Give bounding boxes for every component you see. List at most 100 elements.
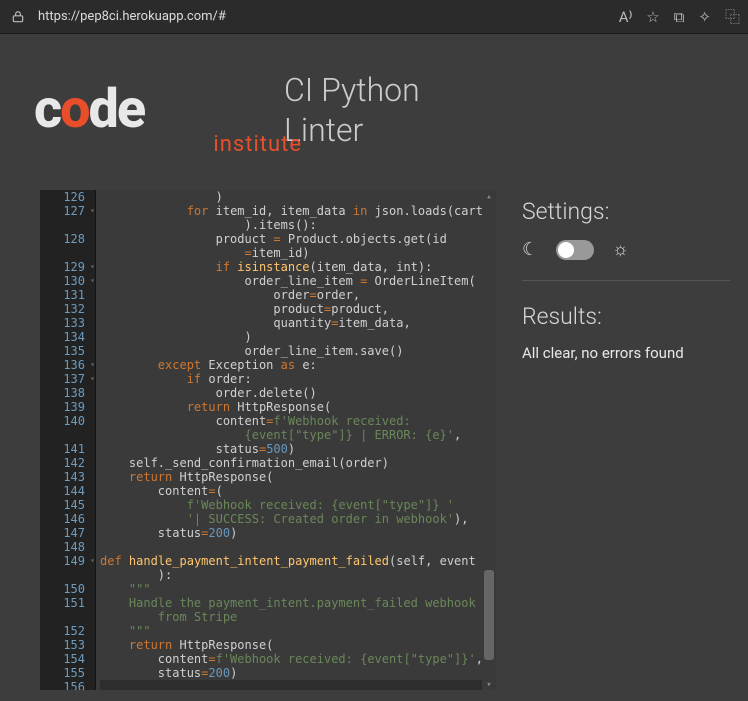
main-content: 126127▾128129▾130▾131132133134135136▾137… xyxy=(0,190,748,690)
code-line[interactable]: order_line_item.save() xyxy=(100,344,482,358)
scroll-down-icon[interactable]: ▾ xyxy=(482,678,496,690)
toggle-knob xyxy=(558,242,574,258)
line-number: 132 xyxy=(40,302,95,316)
code-line[interactable]: status=500) xyxy=(100,442,482,456)
line-number: 127▾ xyxy=(40,204,95,218)
line-number: 151 xyxy=(40,596,95,610)
favorite-icon[interactable]: ☆ xyxy=(646,8,659,26)
results-heading: Results: xyxy=(522,303,730,330)
results-text: All clear, no errors found xyxy=(522,344,730,362)
code-line[interactable]: order=order, xyxy=(100,288,482,302)
code-line[interactable]: f'Webhook received: {event["type"]} ' xyxy=(100,498,482,512)
code-line[interactable]: if isinstance(item_data, int): xyxy=(100,260,482,274)
code-line[interactable]: quantity=item_data, xyxy=(100,316,482,330)
line-number: 134 xyxy=(40,330,95,344)
fold-arrow-icon[interactable]: ▾ xyxy=(90,274,95,288)
code-line[interactable]: Handle the payment_intent.payment_failed… xyxy=(100,596,482,610)
code-editor[interactable]: 126127▾128129▾130▾131132133134135136▾137… xyxy=(40,190,496,690)
page-title: CI Python Linter xyxy=(284,70,420,150)
code-line[interactable]: '| SUCCESS: Created order in webhook'), xyxy=(100,512,482,526)
code-line[interactable] xyxy=(100,680,482,690)
code-line[interactable]: content=f'Webhook received: {event["type… xyxy=(100,652,482,666)
line-number: 129▾ xyxy=(40,260,95,274)
site-info-icon[interactable] xyxy=(8,7,28,27)
fold-arrow-icon[interactable]: ▾ xyxy=(90,204,95,218)
line-number xyxy=(40,246,95,260)
code-line[interactable]: ).items(): xyxy=(100,218,482,232)
fold-arrow-icon[interactable]: ▾ xyxy=(90,358,95,372)
fold-arrow-icon[interactable]: ▾ xyxy=(90,554,95,568)
line-number: 154 xyxy=(40,652,95,666)
scroll-up-icon[interactable]: ▴ xyxy=(482,190,496,202)
line-number: 142 xyxy=(40,456,95,470)
code-line[interactable] xyxy=(100,540,482,554)
line-number xyxy=(40,610,95,624)
fold-arrow-icon[interactable]: ▾ xyxy=(90,372,95,386)
browser-actions: A⁾ ☆ ⧉ ✧ ⿻ xyxy=(619,6,740,27)
split-icon[interactable]: ⧉ xyxy=(674,8,685,26)
code-line[interactable]: except Exception as e: xyxy=(100,358,482,372)
code-body[interactable]: ) for item_id, item_data in json.loads(c… xyxy=(96,190,482,690)
code-line[interactable]: status=200) xyxy=(100,666,482,680)
code-line[interactable]: if order: xyxy=(100,372,482,386)
code-line[interactable]: order_line_item = OrderLineItem( xyxy=(100,274,482,288)
title-line-2: Linter xyxy=(284,110,420,150)
line-number: 156 xyxy=(40,680,95,690)
logo-subtext: institute xyxy=(213,132,302,157)
line-number: 136▾ xyxy=(40,358,95,372)
line-number xyxy=(40,218,95,232)
code-line[interactable]: =item_id) xyxy=(100,246,482,260)
code-line[interactable]: for item_id, item_data in json.loads(car… xyxy=(100,204,482,218)
url-text[interactable]: https://pep8ci.herokuapp.com/# xyxy=(38,9,609,24)
code-line[interactable]: status=200) xyxy=(100,526,482,540)
code-line[interactable]: return HttpResponse( xyxy=(100,638,482,652)
line-number: 135 xyxy=(40,344,95,358)
code-line[interactable]: from Stripe xyxy=(100,610,482,624)
line-number: 139 xyxy=(40,400,95,414)
scroll-thumb[interactable] xyxy=(484,570,494,660)
code-line[interactable]: return HttpResponse( xyxy=(100,400,482,414)
logo: code institute xyxy=(34,83,274,137)
line-number: 150 xyxy=(40,582,95,596)
logo-text-de: de xyxy=(89,78,145,141)
code-line[interactable]: def handle_payment_intent_payment_failed… xyxy=(100,554,482,568)
line-number: 155 xyxy=(40,666,95,680)
code-line[interactable]: ) xyxy=(100,330,482,344)
code-line[interactable]: ) xyxy=(100,190,482,204)
code-line[interactable]: product = Product.objects.get(id xyxy=(100,232,482,246)
line-number xyxy=(40,428,95,442)
code-line[interactable]: ): xyxy=(100,568,482,582)
title-line-1: CI Python xyxy=(284,70,420,110)
code-line[interactable]: product=product, xyxy=(100,302,482,316)
line-number: 137▾ xyxy=(40,372,95,386)
code-line[interactable]: order.delete() xyxy=(100,386,482,400)
browser-address-bar: https://pep8ci.herokuapp.com/# A⁾ ☆ ⧉ ✧ … xyxy=(0,0,748,34)
line-number: 147 xyxy=(40,526,95,540)
copy-icon[interactable]: ⿻ xyxy=(725,6,740,27)
code-line[interactable]: """ xyxy=(100,624,482,638)
line-number: 148 xyxy=(40,540,95,554)
editor-scrollbar[interactable]: ▴ ▾ xyxy=(482,190,496,690)
line-number xyxy=(40,568,95,582)
settings-heading: Settings: xyxy=(522,198,730,225)
line-number: 146 xyxy=(40,512,95,526)
line-number: 131 xyxy=(40,288,95,302)
line-number: 153 xyxy=(40,638,95,652)
code-line[interactable]: self._send_confirmation_email(order) xyxy=(100,456,482,470)
line-number: 138 xyxy=(40,386,95,400)
line-number: 130▾ xyxy=(40,274,95,288)
collections-icon[interactable]: ✧ xyxy=(698,8,711,26)
line-number-gutter: 126127▾128129▾130▾131132133134135136▾137… xyxy=(40,190,96,690)
code-line[interactable]: """ xyxy=(100,582,482,596)
page-header: code institute CI Python Linter xyxy=(0,34,748,160)
theme-toggle[interactable] xyxy=(556,240,594,260)
code-line[interactable]: {event["type"]} | ERROR: {e}', xyxy=(100,428,482,442)
line-number: 144 xyxy=(40,484,95,498)
code-line[interactable]: content=( xyxy=(100,484,482,498)
line-number: 145 xyxy=(40,498,95,512)
line-number: 141 xyxy=(40,442,95,456)
fold-arrow-icon[interactable]: ▾ xyxy=(90,260,95,274)
code-line[interactable]: content=f'Webhook received: xyxy=(100,414,482,428)
read-aloud-icon[interactable]: A⁾ xyxy=(619,8,632,26)
code-line[interactable]: return HttpResponse( xyxy=(100,470,482,484)
